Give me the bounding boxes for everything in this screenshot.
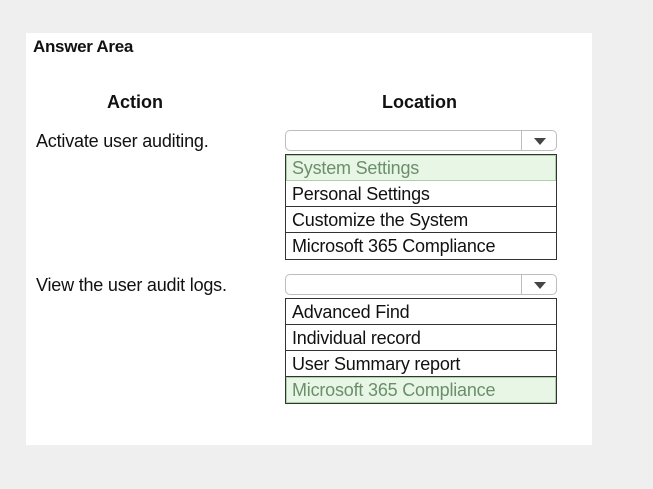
option-microsoft-365-compliance[interactable]: Microsoft 365 Compliance [286,233,556,259]
dropdown-divider [521,131,522,150]
dropdown-divider [521,275,522,294]
location-dropdown-1[interactable] [285,130,557,151]
option-individual-record[interactable]: Individual record [286,325,556,351]
action-label-activate-auditing: Activate user auditing. [36,131,209,151]
chevron-down-icon[interactable] [534,138,546,145]
option-list-1: System Settings Personal Settings Custom… [285,154,557,260]
option-microsoft-365-compliance[interactable]: Microsoft 365 Compliance [286,377,556,403]
option-user-summary-report[interactable]: User Summary report [286,351,556,377]
action-label-view-audit-logs: View the user audit logs. [36,275,227,295]
option-personal-settings[interactable]: Personal Settings [286,181,556,207]
answer-area-panel: Answer Area Action Location Activate use… [26,33,592,445]
location-column-header: Location [382,92,457,112]
option-advanced-find[interactable]: Advanced Find [286,299,556,325]
option-customize-the-system[interactable]: Customize the System [286,207,556,233]
option-system-settings[interactable]: System Settings [286,155,556,181]
location-dropdown-2[interactable] [285,274,557,295]
answer-area-title: Answer Area [33,37,134,56]
option-list-2: Advanced Find Individual record User Sum… [285,298,557,404]
chevron-down-icon[interactable] [534,282,546,289]
action-column-header: Action [107,92,163,112]
